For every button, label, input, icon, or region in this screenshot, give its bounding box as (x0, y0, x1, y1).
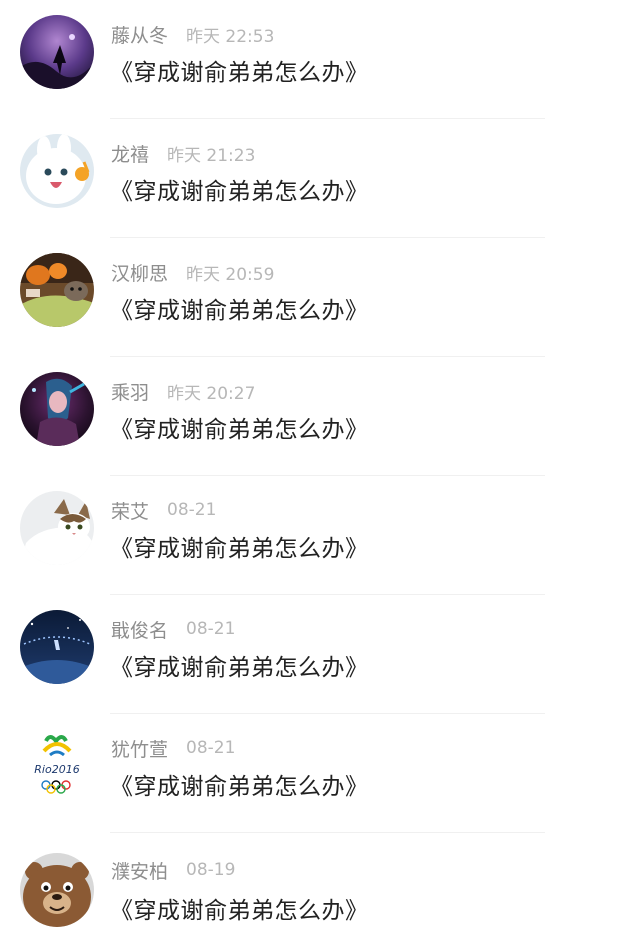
comment-text: 《穿成谢俞弟弟怎么办》 (110, 417, 369, 443)
comment-text: 《穿成谢俞弟弟怎么办》 (110, 179, 369, 205)
timestamp: 08-19 (186, 860, 236, 880)
timestamp: 08-21 (186, 619, 236, 639)
game-character-avatar[interactable] (20, 372, 94, 446)
user-name[interactable]: 濮安柏 (111, 857, 168, 884)
user-name[interactable]: 荣艾 (111, 497, 149, 524)
list-item[interactable]: 乘羽 昨天 20:27 《穿成谢俞弟弟怎么办》 (0, 357, 640, 476)
purple-night-avatar[interactable] (20, 15, 94, 89)
pumpkin-cat-avatar[interactable] (20, 253, 94, 327)
comment-meta: 汉柳思 昨天 20:59 (111, 258, 274, 286)
comment-meta: 藤从冬 昨天 22:53 (111, 20, 274, 48)
list-item[interactable]: 濮安柏 08-19 《穿成谢俞弟弟怎么办》 (0, 833, 640, 952)
list-item[interactable]: Rio2016 犹竹萱 08-21 《穿成谢俞弟弟怎么办》 (0, 714, 640, 833)
user-name[interactable]: 乘羽 (111, 378, 149, 405)
user-name[interactable]: 龙禧 (111, 140, 149, 167)
timestamp: 昨天 20:59 (186, 264, 275, 285)
list-item[interactable]: 荣艾 08-21 《穿成谢俞弟弟怎么办》 (0, 476, 640, 595)
list-item[interactable]: 藤从冬 昨天 22:53 《穿成谢俞弟弟怎么办》 (0, 0, 640, 119)
svg-text:Rio2016: Rio2016 (34, 763, 79, 776)
comment-meta: 戢俊名 08-21 (111, 615, 235, 643)
cat-avatar[interactable] (20, 491, 94, 565)
timestamp: 昨天 20:27 (167, 383, 256, 404)
night-castle-avatar[interactable] (20, 610, 94, 684)
comment-meta: 乘羽 昨天 20:27 (111, 377, 255, 405)
list-item[interactable]: 汉柳思 昨天 20:59 《穿成谢俞弟弟怎么办》 (0, 238, 640, 357)
comment-text: 《穿成谢俞弟弟怎么办》 (110, 298, 369, 324)
timestamp: 08-21 (167, 500, 217, 520)
user-name[interactable]: 戢俊名 (111, 616, 168, 643)
user-name[interactable]: 藤从冬 (111, 21, 168, 48)
comment-meta: 濮安柏 08-19 (111, 856, 235, 884)
rio2016-logo-avatar[interactable]: Rio2016 (20, 729, 94, 803)
bear-avatar[interactable] (20, 853, 94, 927)
comment-text: 《穿成谢俞弟弟怎么办》 (110, 536, 369, 562)
user-name[interactable]: 犹竹萱 (111, 735, 168, 762)
timestamp: 08-21 (186, 738, 236, 758)
timestamp: 昨天 21:23 (167, 145, 256, 166)
comment-list: 藤从冬 昨天 22:53 《穿成谢俞弟弟怎么办》 龙禧 昨天 21:23 《穿成… (0, 0, 640, 935)
timestamp: 昨天 22:53 (186, 26, 275, 47)
user-name[interactable]: 汉柳思 (111, 259, 168, 286)
comment-meta: 龙禧 昨天 21:23 (111, 139, 255, 167)
list-item[interactable]: 戢俊名 08-21 《穿成谢俞弟弟怎么办》 (0, 595, 640, 714)
list-item[interactable]: 龙禧 昨天 21:23 《穿成谢俞弟弟怎么办》 (0, 119, 640, 238)
white-rabbit-avatar[interactable] (20, 134, 94, 208)
comment-text: 《穿成谢俞弟弟怎么办》 (110, 898, 369, 924)
comment-meta: 犹竹萱 08-21 (111, 734, 235, 762)
comment-text: 《穿成谢俞弟弟怎么办》 (110, 774, 369, 800)
comment-meta: 荣艾 08-21 (111, 496, 216, 524)
comment-text: 《穿成谢俞弟弟怎么办》 (110, 60, 369, 86)
comment-text: 《穿成谢俞弟弟怎么办》 (110, 655, 369, 681)
